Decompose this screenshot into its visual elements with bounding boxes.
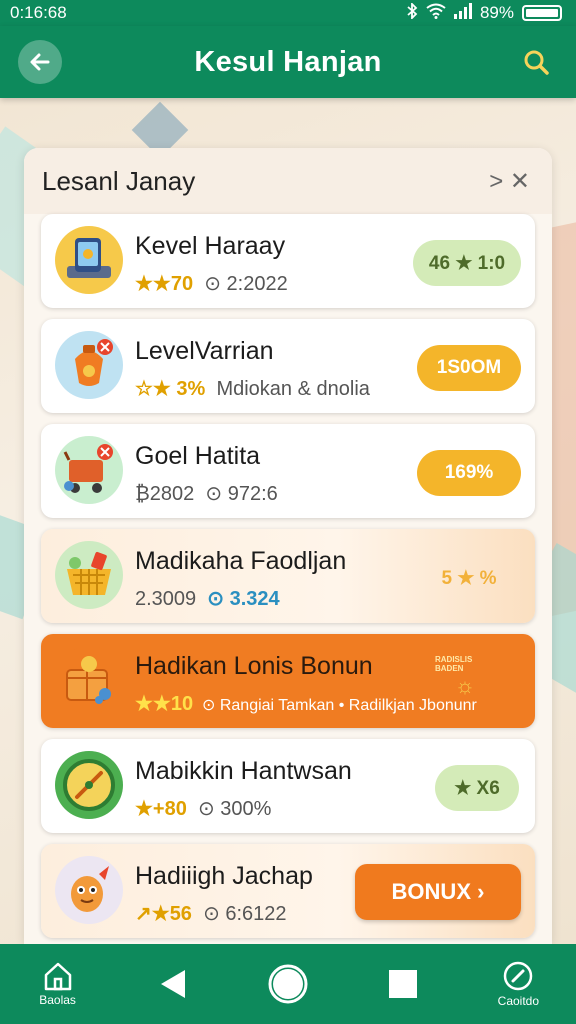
page-title: Kesul Hanjan (194, 45, 382, 78)
home-icon (44, 962, 71, 991)
sun-icon: ☼ (454, 673, 476, 698)
circle-home-icon (268, 964, 308, 1004)
panel-header: Lesanl Janay > ✕ (24, 148, 552, 214)
list-item[interactable]: Hadiiigh Jachap ↗★56 ⊙ 6:6122 BONUX › (41, 844, 535, 938)
list-panel: Lesanl Janay > ✕ Kevel Haraay ★★70 ⊙ 2:2… (24, 148, 552, 944)
list-item-score: ★★10 (135, 693, 194, 715)
search-button[interactable] (514, 40, 558, 84)
status-bar: 0:16:68 89% (0, 0, 576, 26)
list-item[interactable]: Mabikkin Hantwsan ★+80 ⊙ 300% ★ X6 (41, 739, 535, 833)
list-item-subtitle: ★★70 ⊙ 2:2022 (135, 271, 415, 296)
list-item[interactable]: Kevel Haraay ★★70 ⊙ 2:2022 46 ★ 1:0 (41, 214, 535, 308)
list-item-meta: ⊙ 6:6122 (203, 903, 287, 925)
bonus-button[interactable]: BONUX › (355, 864, 521, 920)
reward-badge[interactable]: 169% (417, 450, 521, 496)
bonus-badge[interactable]: RADISLIS BADEN ☼ (435, 654, 495, 700)
list-item-subtitle: ★+80 ⊙ 300% (135, 796, 415, 821)
list-item[interactable]: Goel Hatita ₿2802 ⊙ 972:6 169% (41, 424, 535, 518)
list-item-score: 2.3009 (135, 588, 197, 610)
list-item-text: Kevel Haraay ★★70 ⊙ 2:2022 (135, 232, 415, 296)
wifi-icon (426, 3, 446, 24)
arrow-left-icon (30, 53, 50, 71)
bonus-badge-label: RADISLIS BADEN (435, 655, 473, 673)
list-item-title: Madikaha Faodljan (135, 547, 347, 575)
list-item-title: Mabikkin Hantwsan (135, 757, 352, 785)
bottom-nav: Baolas Caoitdo (0, 944, 576, 1024)
list-item-score: ₿2802 (135, 483, 195, 505)
nav-home-circle[interactable] (248, 944, 328, 1024)
triangle-back-icon (160, 970, 185, 998)
lantern-icon (55, 331, 123, 399)
reward-badge[interactable]: ★ X6 (435, 765, 519, 811)
list-item-title: Goel Hatita (135, 442, 261, 470)
nav-settings-label: Caoitdo (497, 994, 540, 1008)
list-item-score: ★★70 (135, 273, 194, 295)
list-item-subtitle: 2.3009 ⊙ 3.324 (135, 586, 415, 611)
list-item-text: Goel Hatita ₿2802 ⊙ 972:6 (135, 442, 415, 506)
list-item-meta: ⊙ 300% (197, 798, 272, 820)
reward-badge[interactable]: 5 ★ % (417, 555, 521, 601)
list-item-title: LevelVarrian (135, 337, 274, 365)
battery-icon (522, 5, 562, 21)
compass-icon (55, 751, 123, 819)
signal-icon (453, 2, 472, 24)
list-item-meta: ⊙ Rangiai Tamkan • Radilkjan Jbonunr (202, 697, 477, 714)
back-button[interactable] (18, 40, 62, 84)
list-item-meta: Mdiokan & dnolia (216, 378, 370, 400)
panel-title: Lesanl Janay (42, 165, 196, 196)
battery-percent: 89% (479, 3, 514, 22)
list-item-meta: ⊙ 972:6 (205, 483, 278, 505)
list-item[interactable]: LevelVarrian ☆★ 3% Mdiokan & dnolia 1S0O… (41, 319, 535, 413)
list-item-score: ↗★56 (135, 903, 192, 925)
list-item-meta: ⊙ 3.324 (207, 588, 280, 610)
bluetooth-icon (406, 1, 418, 24)
nav-home[interactable]: Baolas (18, 944, 98, 1024)
reward-badge[interactable]: 1S0OM (417, 345, 521, 391)
close-button[interactable]: > ✕ (489, 167, 530, 196)
mascot-icon (55, 856, 123, 924)
basket-icon (55, 541, 123, 609)
list-item-score: ★+80 (135, 798, 187, 820)
nav-recents[interactable] (363, 944, 443, 1024)
nav-back[interactable] (133, 944, 213, 1024)
list-item-score: ☆★ 3% (135, 378, 206, 400)
list-item-text: Mabikkin Hantwsan ★+80 ⊙ 300% (135, 757, 415, 821)
reward-badge[interactable]: 46 ★ 1:0 (413, 240, 521, 286)
square-recents-icon (389, 970, 418, 998)
nav-settings[interactable]: Caoitdo (478, 944, 558, 1024)
status-icons: 89% (406, 1, 562, 24)
app-bar: Kesul Hanjan (0, 26, 576, 98)
list-item-text: Madikaha Faodljan 2.3009 ⊙ 3.324 (135, 547, 415, 611)
nav-home-label: Baolas (39, 993, 76, 1007)
list-item-text: LevelVarrian ☆★ 3% Mdiokan & dnolia (135, 337, 415, 401)
list-item-meta: ⊙ 2:2022 (204, 273, 288, 295)
list-item-subtitle: ☆★ 3% Mdiokan & dnolia (135, 376, 415, 401)
list-item-subtitle: ₿2802 ⊙ 972:6 (135, 481, 415, 506)
list-item-highlighted[interactable]: Hadikan Lonis Bonun ★★10 ⊙ Rangiai Tamka… (41, 634, 535, 728)
phone-icon (55, 226, 123, 294)
cart-icon (55, 436, 123, 504)
status-time: 0:16:68 (10, 3, 67, 22)
search-icon (524, 50, 549, 75)
list-item[interactable]: Madikaha Faodljan 2.3009 ⊙ 3.324 5 ★ % (41, 529, 535, 623)
box-icon (55, 646, 123, 714)
list-item-title: Kevel Haraay (135, 232, 286, 260)
compass-nav-icon (504, 961, 533, 991)
